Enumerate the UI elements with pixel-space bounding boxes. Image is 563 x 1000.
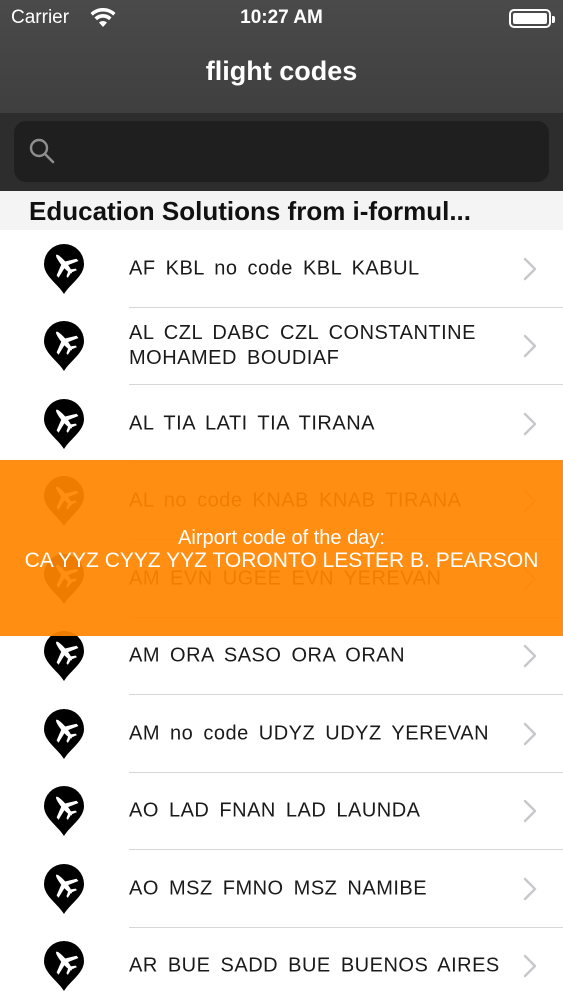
airport-of-the-day-banner[interactable]: Airport code of the day: CA YYZ CYYZ YYZ… [0,460,563,636]
search-icon [29,138,55,164]
chevron-right-icon [523,412,537,436]
battery-icon [509,9,555,28]
list-item[interactable]: AL CZL DABC CZL CONSTANTINE MOHAMED BOUD… [0,307,563,385]
banner-heading: Airport code of the day: [178,527,385,549]
list-item[interactable]: AL TIA LATI TIA TIRANA [0,385,563,463]
list-item[interactable]: AF KBL no code KBL KABUL [0,230,563,308]
chevron-right-icon [523,877,537,901]
chevron-right-icon [523,799,537,823]
chevron-right-icon [523,334,537,358]
airplane-pin-icon [43,863,85,915]
status-bar: Carrier 10:27 AM [0,0,563,36]
list-item[interactable]: AM no code UDYZ UDYZ YEREVAN [0,695,563,773]
section-header: Education Solutions from i-formul... [0,191,563,230]
airplane-pin-icon [43,398,85,450]
list-item-label: AM no code UDYZ UDYZ YEREVAN [129,722,490,745]
chevron-right-icon [523,954,537,978]
search-field-container[interactable] [14,121,549,182]
list-item-label: AM ORA SASO ORA ORAN [129,644,406,667]
airplane-pin-icon [43,708,85,760]
app-screen: Carrier 10:27 AM flight codes Education … [0,0,563,1000]
search-input[interactable] [66,131,536,171]
airplane-pin-icon [43,630,85,682]
navigation-bar: Carrier 10:27 AM flight codes [0,0,563,113]
search-bar [0,113,563,191]
list-item[interactable]: AR BUE SADD BUE BUENOS AIRES [0,927,563,1000]
page-title: flight codes [205,56,358,86]
clock: 10:27 AM [240,7,323,28]
chevron-right-icon [523,644,537,668]
list-item-label: AO MSZ FMNO MSZ NAMIBE [129,877,428,900]
airplane-pin-icon [43,320,85,372]
list-item-label: AF KBL no code KBL KABUL [129,257,420,280]
list-item[interactable]: AO LAD FNAN LAD LAUNDA [0,772,563,850]
airplane-pin-icon [43,940,85,992]
list-item-label: AL TIA LATI TIA TIRANA [129,412,375,435]
list-item[interactable]: AO MSZ FMNO MSZ NAMIBE [0,850,563,928]
airplane-pin-icon [43,243,85,295]
banner-message: CA YYZ CYYZ YYZ TORONTO LESTER B. PEARSO… [24,549,539,572]
chevron-right-icon [523,257,537,281]
chevron-right-icon [523,722,537,746]
list-item-label: AR BUE SADD BUE BUENOS AIRES [129,954,500,977]
list-item-label: AL CZL DABC CZL CONSTANTINE MOHAMED BOUD… [129,322,476,370]
airplane-pin-icon [43,785,85,837]
list-item-label: AO LAD FNAN LAD LAUNDA [129,799,421,822]
